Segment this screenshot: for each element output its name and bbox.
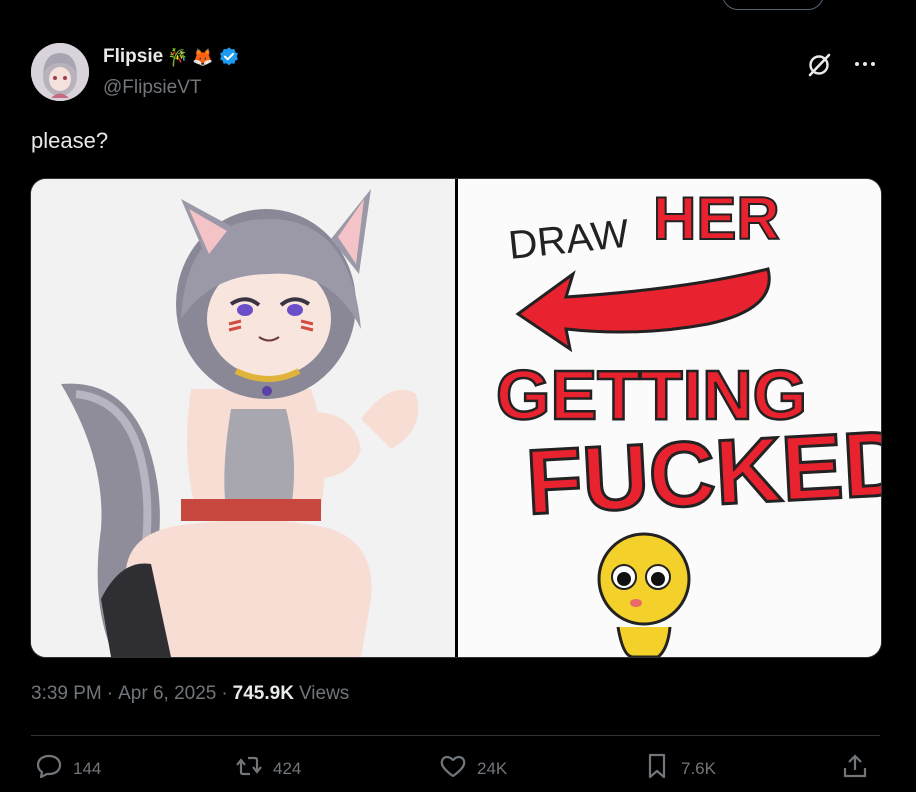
avatar[interactable] xyxy=(31,43,89,101)
actions-divider xyxy=(31,735,880,736)
heart-icon xyxy=(439,752,467,785)
author-handle[interactable]: @FlipsieVT xyxy=(103,77,201,99)
meme-image[interactable]: DRAW HER GETTING FUCKED xyxy=(458,179,881,657)
tweet-text: please? xyxy=(31,128,109,153)
follow-button-edge[interactable] xyxy=(722,0,824,10)
share-button[interactable] xyxy=(841,752,869,785)
share-icon xyxy=(841,752,869,785)
reply-button[interactable]: 144 xyxy=(35,752,101,785)
bookmark-count: 7.6K xyxy=(681,758,716,778)
fox-emoji: 🦊 xyxy=(192,47,214,67)
anime-wolf-girl-image[interactable] xyxy=(31,179,455,657)
meta-separator: · xyxy=(106,683,114,704)
author-display-name[interactable]: Flipsie xyxy=(103,46,163,68)
meme-text-fucked: FUCKED xyxy=(524,412,881,534)
repost-icon xyxy=(235,752,263,785)
views-count: 745.9K xyxy=(232,683,294,704)
bookmark-button[interactable]: 7.6K xyxy=(643,752,716,785)
tweet-meta: 3:39 PM · Apr 6, 2025 · 745.9K Views xyxy=(31,683,349,705)
verified-badge-icon xyxy=(218,46,240,68)
tweet-time[interactable]: 3:39 PM xyxy=(31,683,102,705)
meta-separator: · xyxy=(221,683,228,704)
tweet-date[interactable]: Apr 6, 2025 xyxy=(118,683,216,705)
grok-icon[interactable] xyxy=(805,51,833,79)
bookmark-icon xyxy=(643,752,671,785)
repost-count: 424 xyxy=(273,758,302,778)
author-name-row: Flipsie 🎋 🦊 xyxy=(103,46,240,68)
meme-text-her: HER xyxy=(653,185,780,252)
repost-button[interactable]: 424 xyxy=(235,752,301,785)
like-button[interactable]: 24K xyxy=(439,752,507,785)
bamboo-emoji: 🎋 xyxy=(167,47,189,67)
like-count: 24K xyxy=(477,758,508,778)
reply-icon xyxy=(35,752,63,785)
more-options-icon[interactable] xyxy=(852,56,878,72)
tweet-media[interactable]: DRAW HER GETTING FUCKED xyxy=(30,178,882,658)
views-label: Views xyxy=(298,683,350,704)
reply-count: 144 xyxy=(73,758,102,778)
tweet-actions: 144 424 24K 7.6K xyxy=(31,752,880,792)
